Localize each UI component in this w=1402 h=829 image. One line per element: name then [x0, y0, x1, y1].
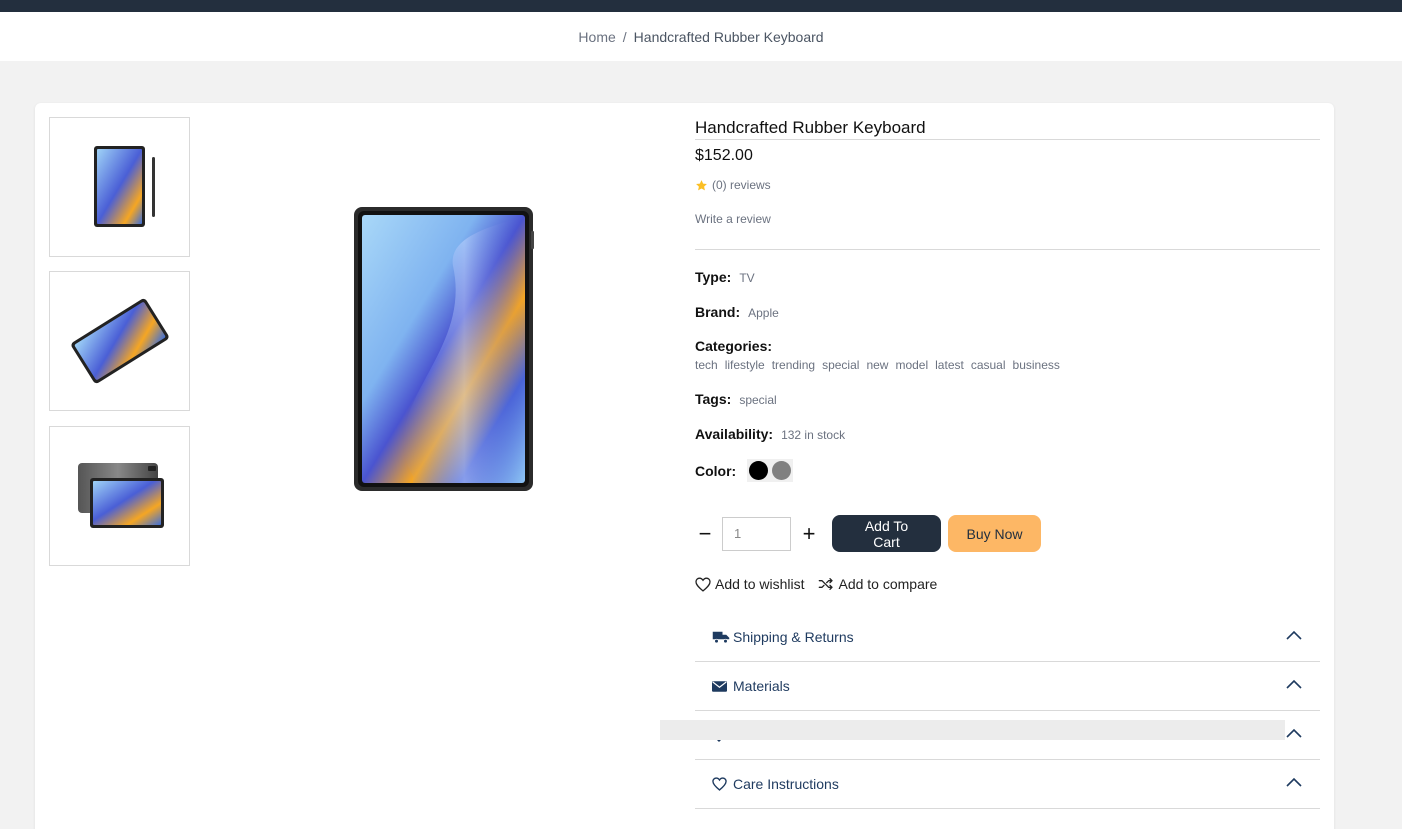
breadcrumb-separator: / — [622, 28, 627, 45]
accordion-label: Shipping & Returns — [733, 629, 854, 645]
categories-label: Categories: — [695, 338, 773, 354]
wishlist-label: Add to wishlist — [715, 576, 805, 592]
category-list: tech lifestyle trending special new mode… — [695, 358, 1060, 372]
category-tag[interactable]: new — [866, 358, 888, 372]
availability-label: Availability: — [695, 426, 774, 442]
accordion-materials[interactable]: Materials — [695, 662, 1320, 711]
product-main-image — [353, 206, 535, 497]
add-to-compare-link[interactable]: Add to compare — [818, 576, 937, 592]
type-row: Type: TV — [695, 269, 755, 285]
type-value: TV — [739, 271, 755, 285]
categories-row: Categories: — [695, 338, 780, 354]
tags-row: Tags: special — [695, 391, 777, 407]
category-tag[interactable]: business — [1013, 358, 1060, 372]
add-to-cart-button[interactable]: Add To Cart — [832, 515, 941, 552]
product-rating: (0) reviews — [695, 178, 771, 192]
availability-value: 132 in stock — [781, 428, 846, 442]
chevron-up-icon — [1286, 777, 1302, 787]
accordion-label: Materials — [733, 678, 790, 694]
tablet-angled-image — [70, 298, 169, 384]
product-title: Handcrafted Rubber Keyboard — [695, 118, 1320, 140]
color-swatch-black[interactable] — [749, 461, 769, 480]
top-navigation-bar — [0, 0, 1402, 12]
review-count: (0) reviews — [712, 178, 771, 192]
compare-label: Add to compare — [838, 576, 938, 592]
tablet-main-image — [354, 207, 534, 491]
product-thumbnail-1[interactable] — [49, 117, 190, 257]
category-tag[interactable]: casual — [971, 358, 1006, 372]
heart-icon — [712, 777, 732, 791]
quantity-increase-button[interactable]: + — [799, 521, 819, 547]
product-price: $152.00 — [695, 147, 753, 164]
breadcrumb: Home / Handcrafted Rubber Keyboard — [0, 12, 1402, 61]
quantity-input[interactable] — [722, 516, 791, 551]
truck-icon — [712, 630, 732, 644]
shuffle-icon — [819, 578, 834, 590]
chevron-up-icon — [1286, 679, 1302, 689]
heart-icon — [695, 576, 711, 592]
add-to-wishlist-link[interactable]: Add to wishlist — [695, 576, 804, 592]
brand-value: Apple — [748, 306, 779, 320]
write-review-link[interactable]: Write a review — [695, 212, 771, 226]
envelope-icon — [712, 680, 732, 692]
accordion-care-instructions[interactable]: Care Instructions — [695, 760, 1320, 809]
product-thumbnail-2[interactable] — [49, 271, 190, 411]
quantity-decrease-button[interactable]: − — [695, 521, 715, 547]
secondary-actions: Add to wishlist Add to compare — [695, 576, 937, 592]
color-row: Color: — [695, 459, 794, 482]
tablet-front-with-pen-image — [93, 146, 155, 227]
color-swatch-gray[interactable] — [772, 461, 792, 480]
color-label: Color: — [695, 462, 737, 479]
tags-label: Tags: — [695, 391, 732, 407]
breadcrumb-home-link[interactable]: Home — [578, 29, 615, 45]
product-thumbnail-3[interactable] — [49, 426, 190, 566]
tags-value[interactable]: special — [739, 393, 776, 407]
accordion-label: Care Instructions — [733, 776, 839, 792]
chevron-up-icon — [1286, 728, 1302, 738]
category-tag[interactable]: trending — [772, 358, 815, 372]
purchase-controls: − + Add To Cart Buy Now — [695, 515, 1041, 552]
category-tag[interactable]: tech — [695, 358, 718, 372]
category-tag[interactable]: model — [895, 358, 928, 372]
tablet-front-and-back-image — [77, 463, 164, 528]
category-tag[interactable]: lifestyle — [725, 358, 765, 372]
color-swatches — [747, 459, 794, 482]
category-tag[interactable]: special — [822, 358, 859, 372]
star-icon — [696, 179, 707, 190]
next-section-edge — [660, 720, 1285, 740]
brand-row: Brand: Apple — [695, 304, 779, 320]
type-label: Type: — [695, 269, 732, 285]
accordion-shipping-returns[interactable]: Shipping & Returns — [695, 613, 1320, 662]
divider — [695, 249, 1320, 250]
brand-label: Brand: — [695, 304, 741, 320]
category-tag[interactable]: latest — [935, 358, 964, 372]
buy-now-button[interactable]: Buy Now — [948, 515, 1041, 552]
availability-row: Availability: 132 in stock — [695, 426, 845, 442]
breadcrumb-current: Handcrafted Rubber Keyboard — [633, 28, 824, 45]
chevron-up-icon — [1286, 630, 1302, 640]
